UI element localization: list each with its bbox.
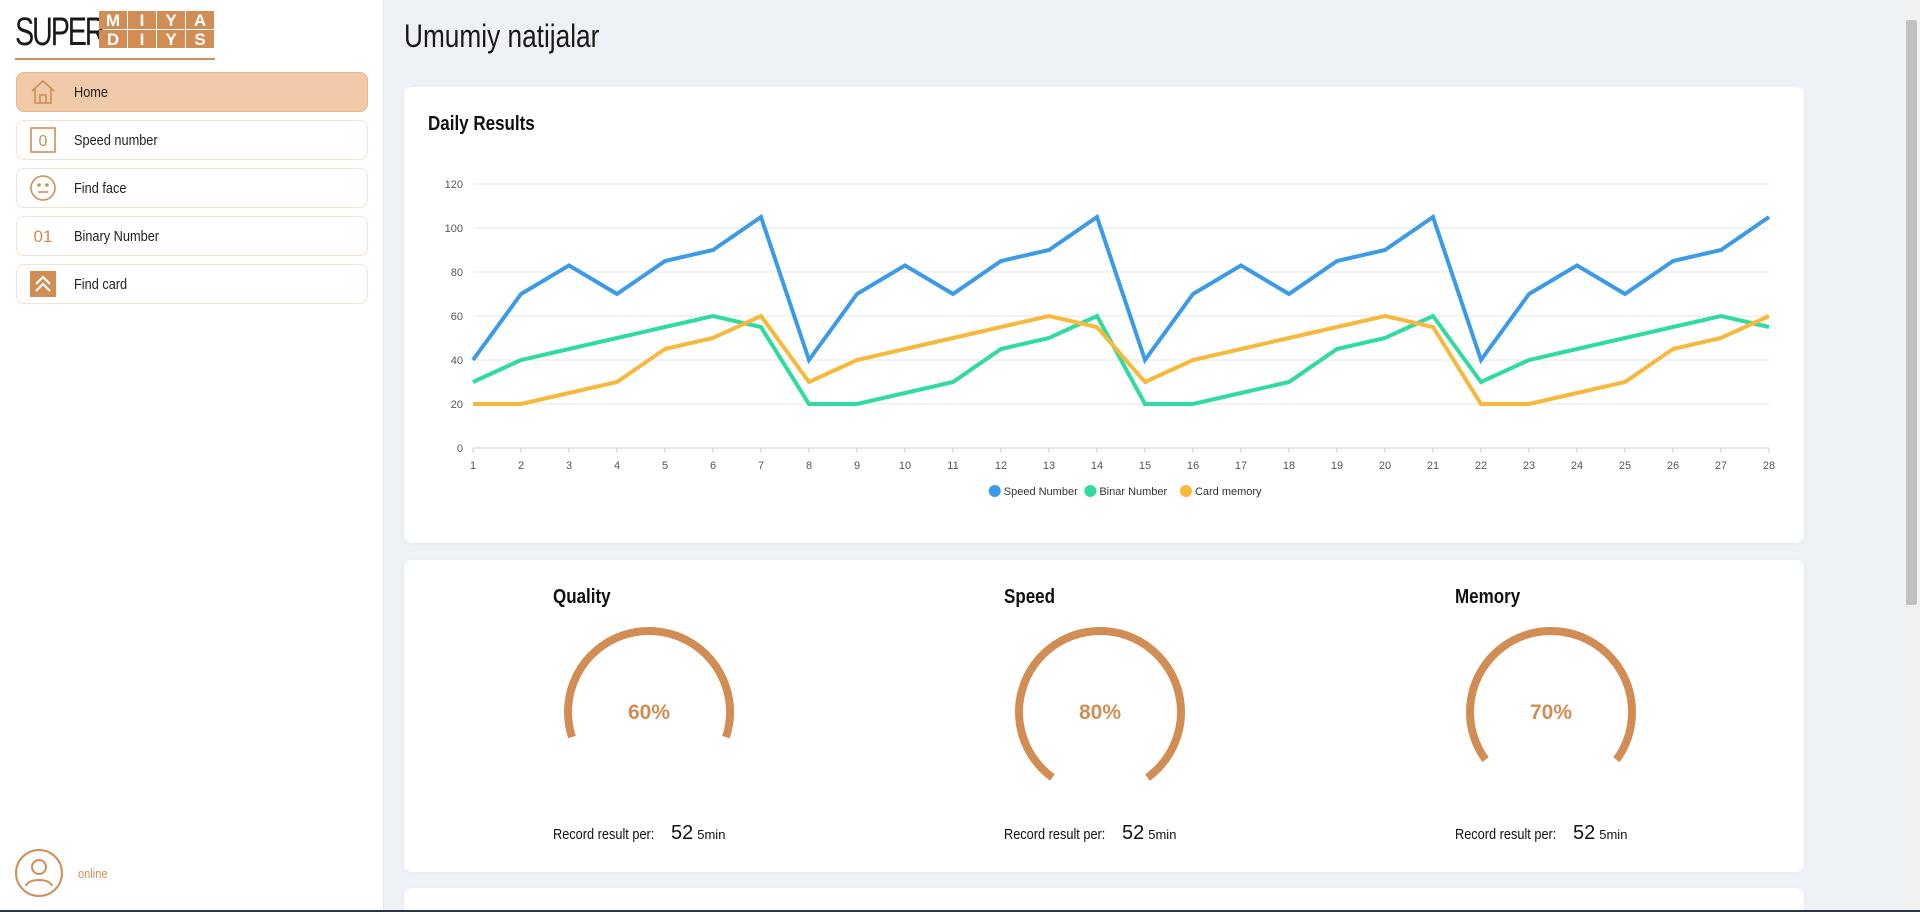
sidebar-item-label: Binary Number	[74, 227, 160, 245]
daily-results-chart: 0204060801001201 2 3 4 5 6 7 8 9 10 11 12 13 14 15 16 17…	[445, 179, 1775, 498]
logo-word: SUPER	[15, 10, 106, 54]
speed-ring: 80%	[1015, 627, 1185, 797]
legend-marker[interactable]	[1084, 485, 1097, 497]
svg-text:0: 0	[39, 133, 48, 150]
record-label: Record result per:	[1455, 826, 1557, 843]
x-tick-label: 1	[470, 460, 476, 472]
record-value: 52	[671, 822, 694, 844]
status-label: online	[78, 865, 108, 881]
y-tick-label: 60	[451, 311, 463, 323]
stat-record: Record result per: 52 5min	[1004, 822, 1176, 845]
x-tick-label: 3	[566, 460, 572, 472]
memory-ring: 70%	[1466, 627, 1636, 797]
x-tick-label: 11	[947, 460, 958, 472]
x-tick-label: 21	[1427, 460, 1439, 472]
x-tick-label: 5	[662, 460, 668, 472]
stat-quality: Quality 60% Record result per: 52 5min	[553, 560, 853, 872]
stats-card: Quality 60% Record result per: 52 5min S…	[404, 560, 1804, 872]
y-tick-label: 0	[457, 443, 463, 455]
stat-record: Record result per: 52 5min	[553, 822, 725, 845]
sidebar: SUPER M Ι Y A D Ι Y S Home 0 Speed numbe…	[0, 0, 384, 912]
x-tick-label: 16	[1187, 460, 1199, 472]
x-tick-label: 12	[995, 460, 1007, 472]
x-tick-label: 19	[1331, 460, 1343, 472]
stat-memory: Memory 70% Record result per: 52 5min	[1455, 560, 1755, 872]
x-tick-label: 23	[1523, 460, 1535, 472]
y-tick-label: 80	[451, 267, 463, 279]
next-card	[404, 888, 1804, 912]
y-tick-label: 100	[445, 223, 463, 235]
record-unit: 5min	[1599, 827, 1628, 842]
x-tick-label: 24	[1571, 460, 1583, 472]
sidebar-item-find-face[interactable]: Find face	[16, 168, 368, 208]
sidebar-item-find-card[interactable]: Find card	[16, 264, 368, 304]
record-value: 52	[1122, 822, 1145, 844]
legend-label[interactable]: Card memory	[1195, 486, 1262, 498]
legend-label[interactable]: Binar Number	[1099, 486, 1167, 498]
legend-marker[interactable]	[988, 485, 1001, 497]
x-tick-label: 27	[1715, 460, 1727, 472]
x-tick-label: 26	[1667, 460, 1679, 472]
sidebar-item-home[interactable]: Home	[16, 72, 368, 112]
x-tick-label: 25	[1619, 460, 1631, 472]
x-tick-label: 20	[1379, 460, 1391, 472]
page-scrollbar[interactable]	[1903, 0, 1920, 912]
chevrons-up-icon	[28, 269, 58, 299]
page-title: Umumiy natijalar	[404, 18, 600, 54]
face-icon	[28, 173, 58, 203]
progress-percent: 60%	[628, 701, 670, 724]
logo-blocks: M Ι Y A D Ι Y S	[99, 11, 214, 48]
x-tick-label: 2	[518, 460, 524, 472]
x-tick-label: 18	[1283, 460, 1295, 472]
logo-underline	[15, 58, 215, 60]
home-icon	[28, 77, 58, 107]
logo[interactable]: SUPER M Ι Y A D Ι Y S	[15, 8, 217, 60]
x-tick-label: 13	[1043, 460, 1055, 472]
legend-label[interactable]: Speed Number	[1004, 486, 1078, 498]
user-status[interactable]: online	[14, 848, 113, 898]
y-tick-label: 20	[451, 399, 463, 411]
stat-title: Memory	[1455, 586, 1521, 608]
y-tick-label: 120	[445, 179, 463, 191]
record-unit: 5min	[1148, 827, 1177, 842]
stat-record: Record result per: 52 5min	[1455, 822, 1627, 845]
scrollbar-thumb[interactable]	[1906, 20, 1917, 605]
x-tick-label: 7	[758, 460, 764, 472]
y-tick-label: 40	[451, 355, 463, 367]
record-unit: 5min	[697, 827, 726, 842]
binary-icon: 01	[28, 221, 58, 251]
quality-ring: 60%	[564, 627, 734, 797]
x-tick-label: 8	[806, 460, 812, 472]
sidebar-item-binary-number[interactable]: 01 Binary Number	[16, 216, 368, 256]
avatar-icon	[14, 848, 64, 898]
x-tick-label: 6	[710, 460, 716, 472]
progress-percent: 70%	[1530, 701, 1572, 724]
x-tick-label: 15	[1139, 460, 1151, 472]
record-value: 52	[1573, 822, 1596, 844]
x-tick-label: 22	[1475, 460, 1487, 472]
sidebar-item-label: Find card	[74, 275, 128, 293]
x-tick-label: 17	[1235, 460, 1247, 472]
x-tick-label: 9	[854, 460, 860, 472]
x-tick-label: 4	[614, 460, 620, 472]
legend-marker[interactable]	[1179, 485, 1192, 497]
x-tick-label: 14	[1091, 460, 1103, 472]
x-tick-label: 28	[1763, 460, 1775, 472]
progress-percent: 80%	[1079, 701, 1121, 724]
series-line	[471, 213, 1771, 365]
sidebar-menu: Home 0 Speed number Find face 01 Binary …	[16, 72, 368, 312]
daily-results-card: Daily Results 0 20 40 60 80 100 120 1 2 3 4 5 6 7 8 9 10…	[404, 87, 1804, 543]
record-label: Record result per:	[553, 826, 655, 843]
x-tick-label: 10	[899, 460, 911, 472]
sidebar-item-label: Home	[74, 83, 109, 101]
sidebar-item-label: Speed number	[74, 131, 158, 149]
record-label: Record result per:	[1004, 826, 1106, 843]
stat-title: Speed	[1004, 586, 1056, 608]
stat-title: Quality	[553, 586, 611, 608]
svg-text:01: 01	[34, 227, 53, 246]
sidebar-item-speed-number[interactable]: 0 Speed number	[16, 120, 368, 160]
zero-box-icon: 0	[28, 125, 58, 155]
stat-speed: Speed 80% Record result per: 52 5min	[1004, 560, 1304, 872]
sidebar-item-label: Find face	[74, 179, 127, 197]
